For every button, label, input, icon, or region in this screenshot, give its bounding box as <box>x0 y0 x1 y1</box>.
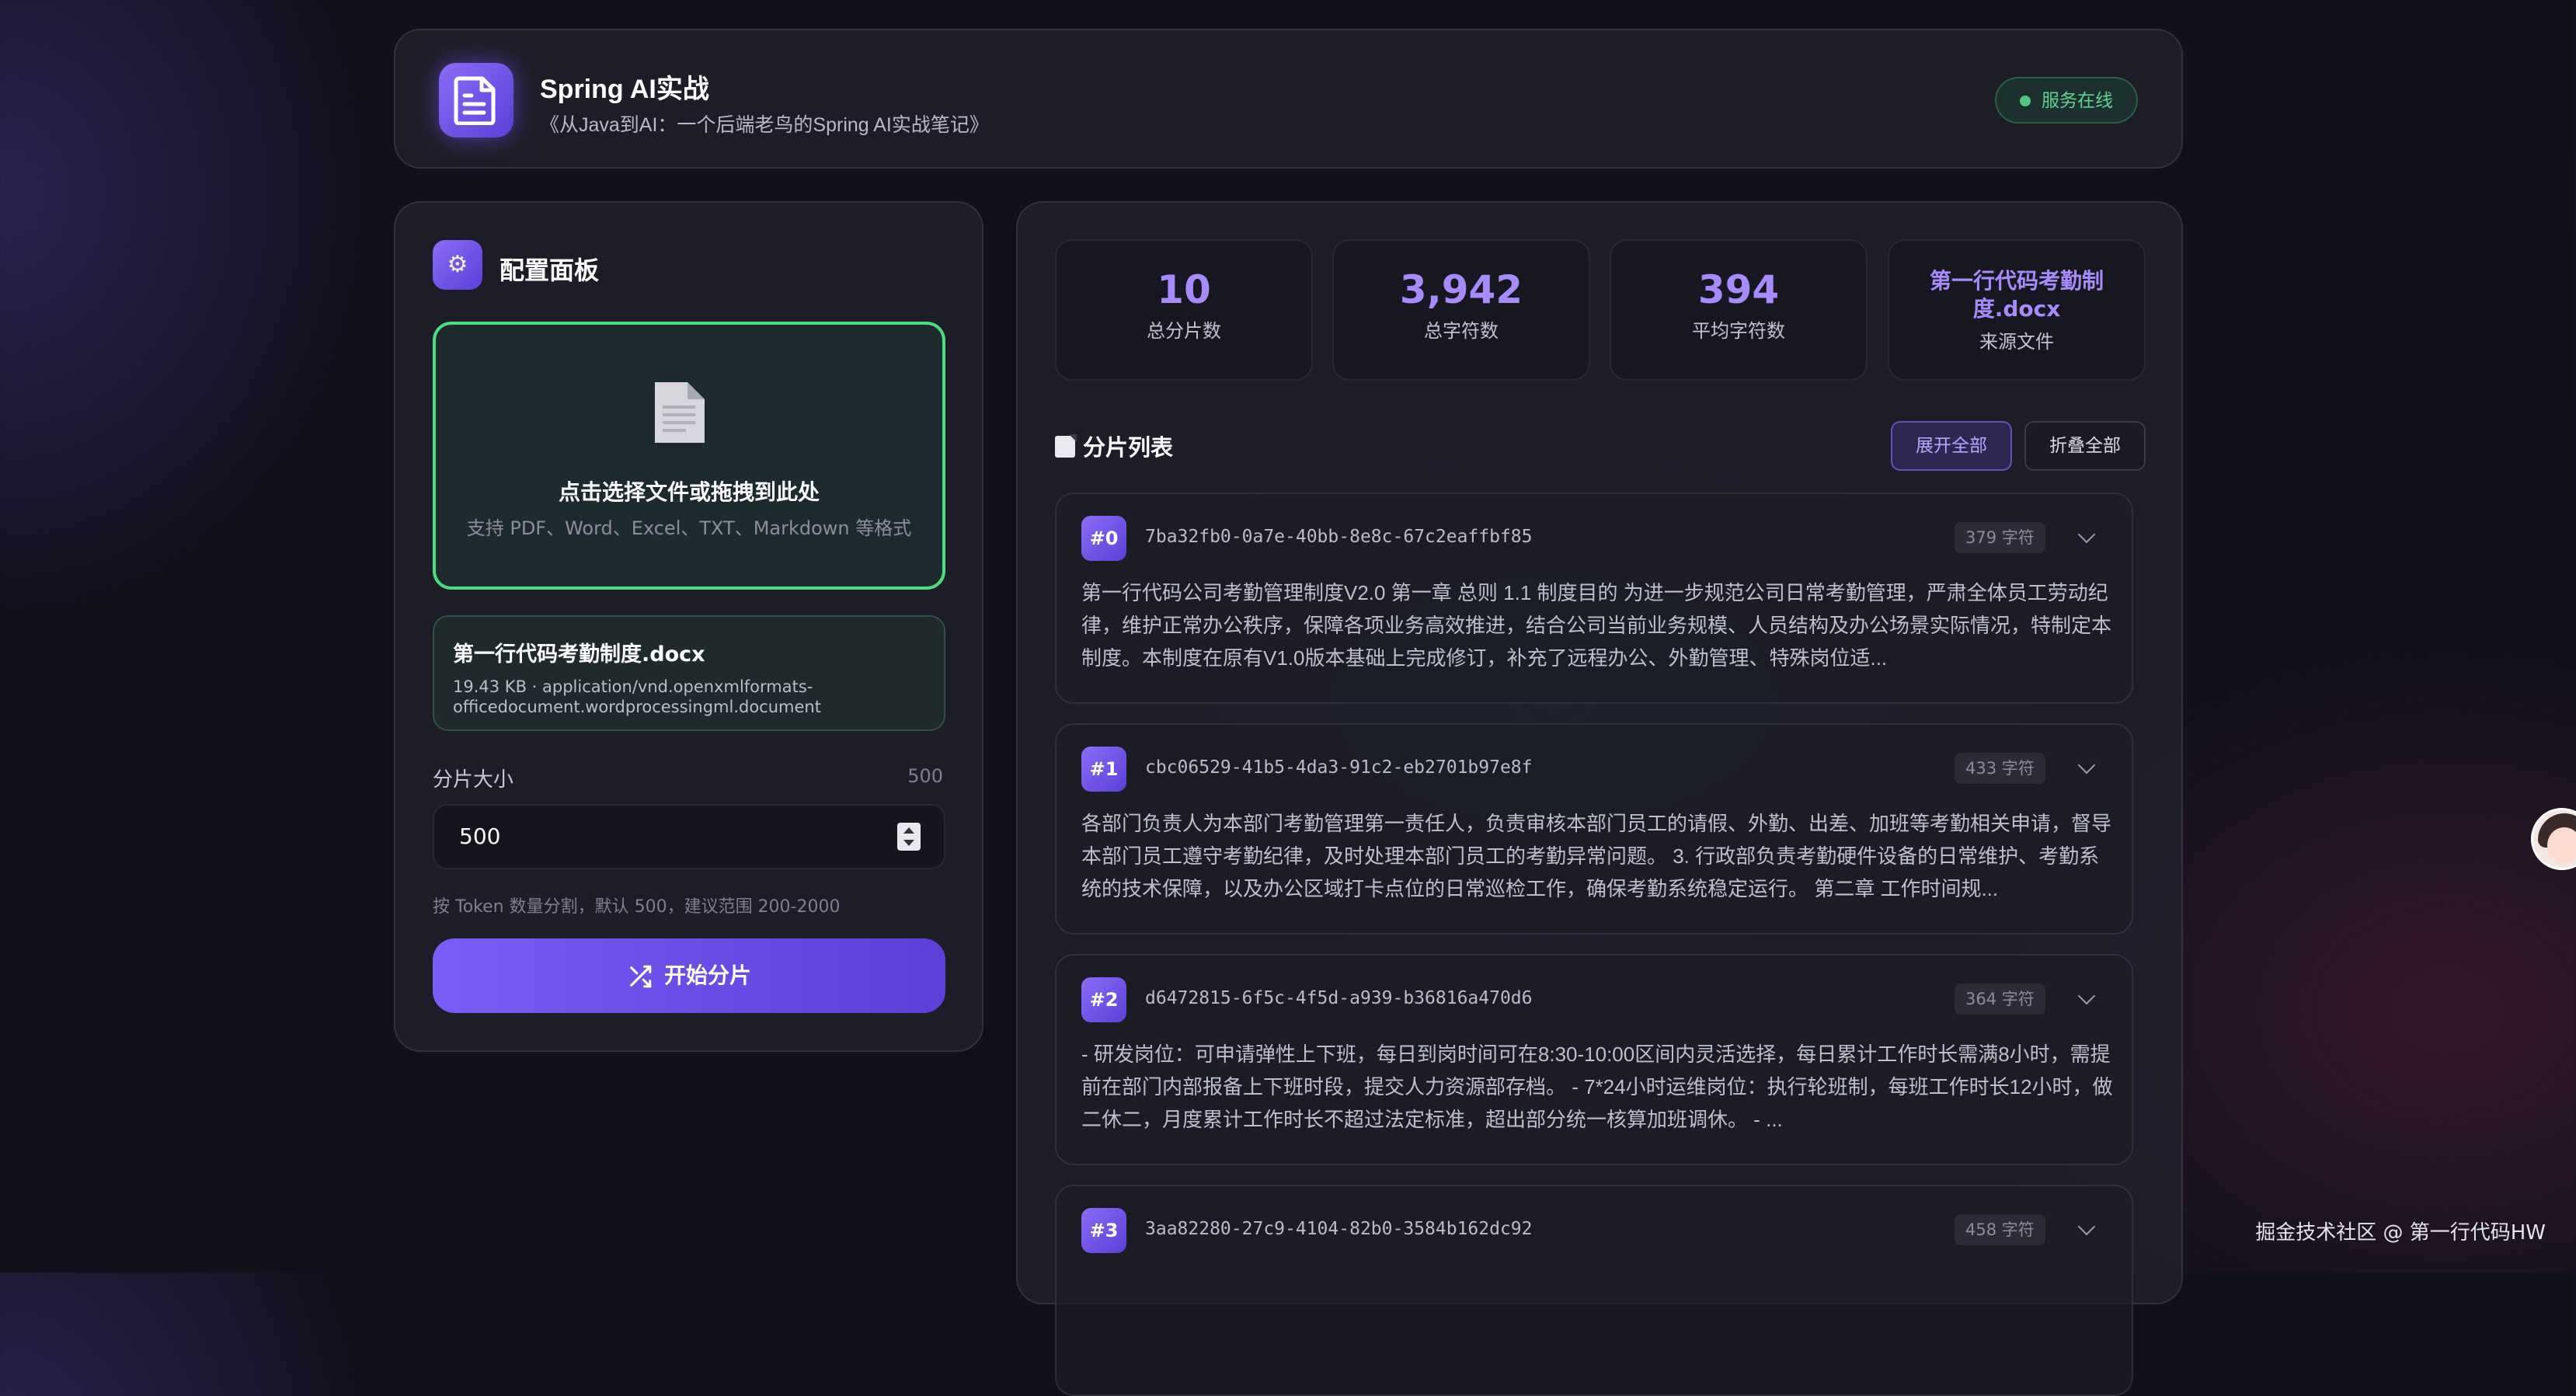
selected-file-card: 第一行代码考勤制度.docx 19.43 KB · application/vn… <box>433 615 945 731</box>
start-split-label: 开始分片 <box>663 963 751 988</box>
stat-value: 394 <box>1697 267 1780 312</box>
chevron-down-icon[interactable] <box>2077 987 2096 1005</box>
start-split-button[interactable]: 开始分片 <box>433 938 945 1013</box>
status-text: 服务在线 <box>2042 91 2113 111</box>
number-stepper-icon[interactable] <box>897 823 921 851</box>
gear-icon: ⚙ <box>433 240 482 290</box>
stat-source-file: 第一行代码考勤制度.docx 来源文件 <box>1888 239 2146 381</box>
expand-all-button[interactable]: 展开全部 <box>1891 421 2012 471</box>
stat-avg-chars: 394 平均字符数 <box>1610 239 1868 381</box>
collapse-all-button[interactable]: 折叠全部 <box>2024 421 2146 471</box>
chunk-index-badge: #0 <box>1081 516 1126 561</box>
stat-label: 总字符数 <box>1424 320 1499 342</box>
chunk-size-input[interactable]: 500 <box>433 804 945 869</box>
chunk-size-value: 500 <box>459 823 501 849</box>
chevron-down-icon[interactable] <box>2077 756 2096 775</box>
stat-label: 总分片数 <box>1147 320 1221 342</box>
stat-label: 来源文件 <box>1979 331 2054 353</box>
chunk-text: 第一行代码公司考勤管理制度V2.0 第一章 总则 1.1 制度目的 为进一步规范… <box>1081 581 2112 670</box>
chunk-index-badge: #1 <box>1081 747 1126 792</box>
chunk-char-count: 364 字符 <box>1955 983 2045 1015</box>
file-name: 第一行代码考勤制度.docx <box>453 642 705 667</box>
chunk-list-title: 分片列表 <box>1055 430 1173 462</box>
stat-label: 平均字符数 <box>1692 320 1785 342</box>
document-logo-icon <box>439 63 513 138</box>
stat-total-chars: 3,942 总字符数 <box>1332 239 1590 381</box>
stat-value: 3,942 <box>1399 267 1523 312</box>
assistant-avatar[interactable] <box>2531 808 2576 870</box>
chunk-index-badge: #2 <box>1081 977 1126 1022</box>
stat-value: 10 <box>1157 267 1211 312</box>
chunk-size-hint: 按 Token 数量分割，默认 500，建议范围 200-2000 <box>433 897 841 917</box>
chunk-size-label: 分片大小 <box>433 768 514 792</box>
app-title: Spring AI实战 <box>540 75 709 104</box>
chunk-card[interactable]: #0 7ba32fb0-0a7e-40bb-8e8c-67c2eaffbf85 … <box>1055 493 2133 704</box>
page-icon <box>1055 434 1077 458</box>
chunk-char-count: 458 字符 <box>1955 1214 2045 1245</box>
chunk-id: 3aa82280-27c9-4104-82b0-3584b162dc92 <box>1145 1219 1533 1239</box>
chunk-id: 7ba32fb0-0a7e-40bb-8e8c-67c2eaffbf85 <box>1145 527 1533 547</box>
file-dropzone[interactable]: 点击选择文件或拖拽到此处 支持 PDF、Word、Excel、TXT、Markd… <box>433 322 945 590</box>
chunk-card[interactable]: #2 d6472815-6f5c-4f5d-a939-b36816a470d6 … <box>1055 954 2133 1165</box>
file-icon <box>655 382 705 443</box>
chevron-down-icon[interactable] <box>2077 525 2096 544</box>
status-dot-icon <box>2020 96 2031 106</box>
file-meta: 19.43 KB · application/vnd.openxmlformat… <box>453 677 821 716</box>
chunk-char-count: 433 字符 <box>1955 753 2045 784</box>
dropzone-title: 点击选择文件或拖拽到此处 <box>558 479 820 505</box>
chunk-card[interactable]: #3 3aa82280-27c9-4104-82b0-3584b162dc92 … <box>1055 1185 2133 1396</box>
chunk-id: cbc06529-41b5-4da3-91c2-eb2701b97e8f <box>1145 757 1533 778</box>
chunk-size-display: 500 <box>907 765 943 787</box>
stat-total-chunks: 10 总分片数 <box>1055 239 1313 381</box>
results-panel: 10 总分片数 3,942 总字符数 394 平均字符数 第一行代码考勤制度.d… <box>1016 201 2183 1396</box>
chunk-id: d6472815-6f5c-4f5d-a939-b36816a470d6 <box>1145 988 1533 1008</box>
config-title: 配置面板 <box>500 256 600 285</box>
chunk-text: 各部门负责人为本部门考勤管理第一责任人，负责审核本部门员工的请假、外勤、出差、加… <box>1081 812 2112 900</box>
chunk-index-badge: #3 <box>1081 1208 1126 1253</box>
chunk-char-count: 379 字符 <box>1955 522 2045 553</box>
chunk-card[interactable]: #1 cbc06529-41b5-4da3-91c2-eb2701b97e8f … <box>1055 723 2133 935</box>
app-subtitle: 《从Java到AI：一个后端老鸟的Spring AI实战笔记》 <box>540 114 989 136</box>
chevron-down-icon[interactable] <box>2077 1217 2096 1236</box>
shuffle-icon <box>630 965 652 988</box>
watermark: 掘金技术社区 @ 第一行代码HW <box>2255 1221 2546 1245</box>
status-badge: 服务在线 <box>1995 77 2138 124</box>
dropzone-hint: 支持 PDF、Word、Excel、TXT、Markdown 等格式 <box>466 517 912 539</box>
chunk-text: - 研发岗位：可申请弹性上下班，每日到岗时间可在8:30-10:00区间内灵活选… <box>1081 1043 2113 1131</box>
config-panel: ⚙ 配置面板 点击选择文件或拖拽到此处 支持 PDF、Word、Excel、TX… <box>394 201 983 1052</box>
stat-value: 第一行代码考勤制度.docx <box>1929 268 2104 322</box>
app-header: Spring AI实战 《从Java到AI：一个后端老鸟的Spring AI实战… <box>394 29 2183 169</box>
